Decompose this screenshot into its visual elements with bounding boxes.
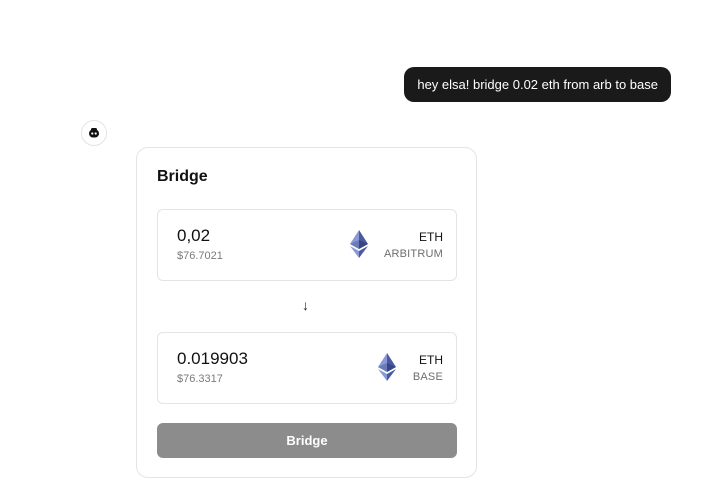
user-message-bubble: hey elsa! bridge 0.02 eth from arb to ba… xyxy=(404,67,671,102)
from-network-label: ARBITRUM xyxy=(383,248,443,260)
bridge-button[interactable]: Bridge xyxy=(157,423,457,458)
bot-face-icon xyxy=(89,128,99,138)
to-token-box[interactable]: 0.019903 $76.3317 ETH BASE xyxy=(157,332,457,404)
to-amount: 0.019903 xyxy=(177,349,248,368)
bridge-card: Bridge 0,02 $76.7021 ETH ARBITRUM ↓ 0.01… xyxy=(136,147,477,478)
from-amount: 0,02 xyxy=(177,226,211,245)
to-network-label: BASE xyxy=(412,371,443,383)
to-usd-value: $76.3317 xyxy=(177,373,223,385)
ethereum-icon xyxy=(350,230,368,258)
to-token-symbol: ETH xyxy=(419,353,443,367)
arrow-down-icon: ↓ xyxy=(302,297,309,313)
chat-page: hey elsa! bridge 0.02 eth from arb to ba… xyxy=(0,0,704,494)
bridge-card-title: Bridge xyxy=(157,168,208,185)
assistant-avatar xyxy=(81,120,107,146)
from-token-symbol: ETH xyxy=(419,230,443,244)
ethereum-icon xyxy=(378,353,396,381)
from-usd-value: $76.7021 xyxy=(177,250,223,262)
from-token-box[interactable]: 0,02 $76.7021 ETH ARBITRUM xyxy=(157,209,457,281)
